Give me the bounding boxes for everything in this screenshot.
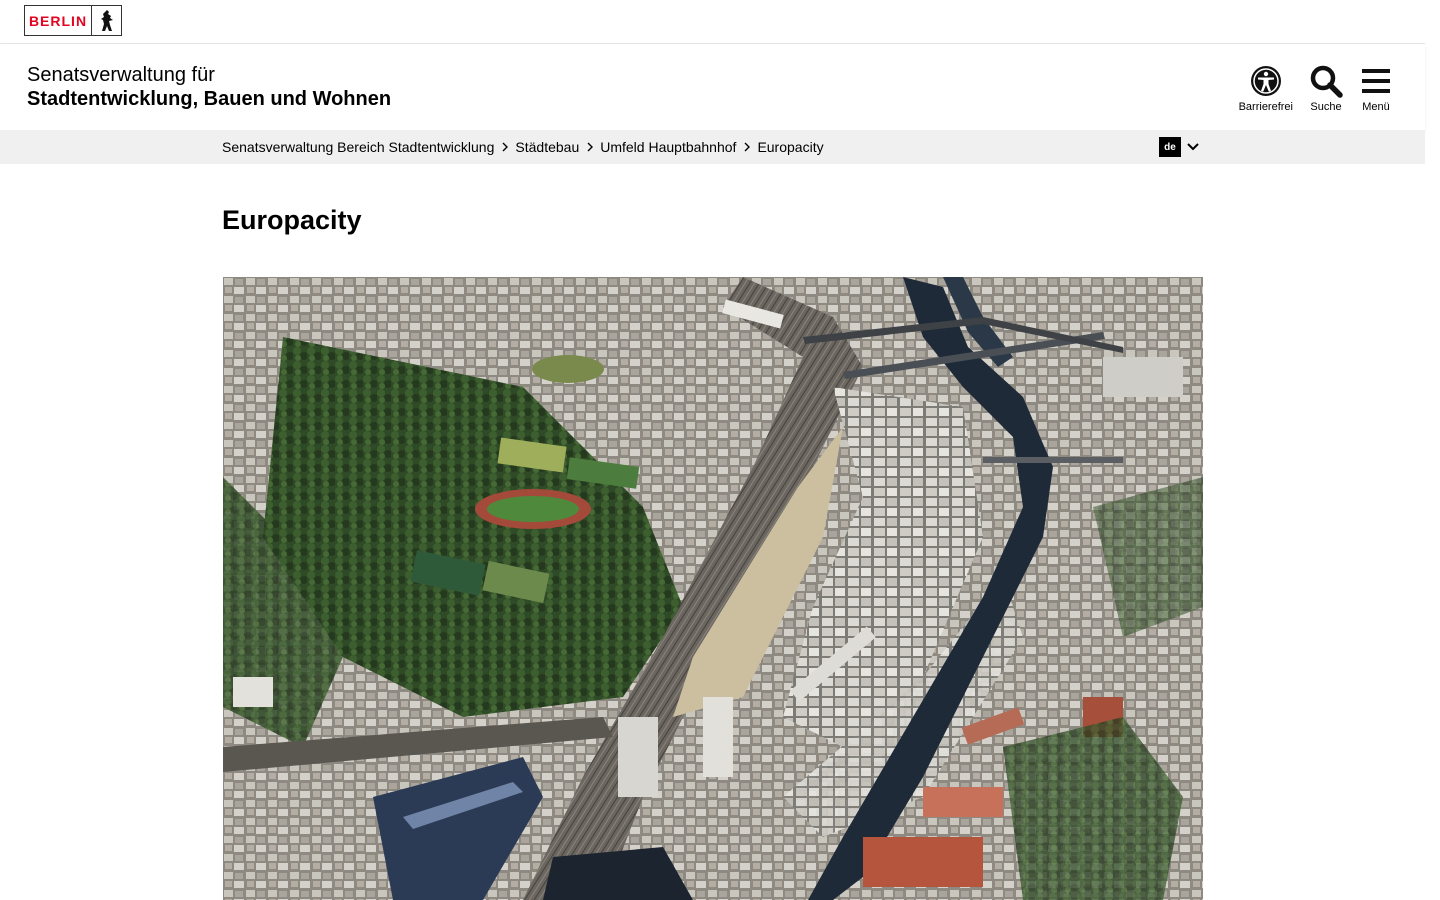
header-tools: Barrierefrei Suche Menü [1239,64,1393,113]
hamburger-icon [1362,69,1390,93]
berlin-logo[interactable]: BERLIN [24,5,122,36]
breadcrumb-item-staedtebau[interactable]: Städtebau [515,139,579,155]
language-current: de [1159,137,1181,157]
bear-icon [92,6,121,35]
breadcrumb-item-senatsverwaltung[interactable]: Senatsverwaltung Bereich Stadtentwicklun… [222,139,494,155]
search-label: Suche [1310,101,1342,113]
search-button[interactable]: Suche [1309,64,1343,113]
breadcrumb-bar: Senatsverwaltung Bereich Stadtentwicklun… [0,130,1425,164]
breadcrumb-item-umfeld-hauptbahnhof[interactable]: Umfeld Hauptbahnhof [600,139,736,155]
breadcrumb-item-current: Europacity [757,139,824,155]
accessibility-icon [1250,66,1281,96]
chevron-right-icon [502,139,509,155]
top-bar: BERLIN [0,0,1425,44]
language-selector[interactable]: de [1159,137,1199,157]
menu-label: Menü [1362,101,1390,113]
site-header: Senatsverwaltung für Stadtentwicklung, B… [0,44,1425,130]
breadcrumb: Senatsverwaltung Bereich Stadtentwicklun… [222,130,824,164]
aerial-photo [223,277,1203,900]
chevron-right-icon [587,139,594,155]
accessibility-label: Barrierefrei [1238,101,1293,113]
search-icon [1310,65,1343,98]
hero-image [223,277,1203,900]
logo-text: BERLIN [25,6,92,35]
chevron-right-icon [744,139,751,155]
chevron-down-icon [1187,143,1199,151]
org-name-line2[interactable]: Stadtentwicklung, Bauen und Wohnen [27,88,391,110]
page-title: Europacity [222,205,362,235]
org-name-line1[interactable]: Senatsverwaltung für [27,64,215,86]
accessibility-button[interactable]: Barrierefrei [1239,64,1293,113]
menu-button[interactable]: Menü [1359,64,1393,113]
